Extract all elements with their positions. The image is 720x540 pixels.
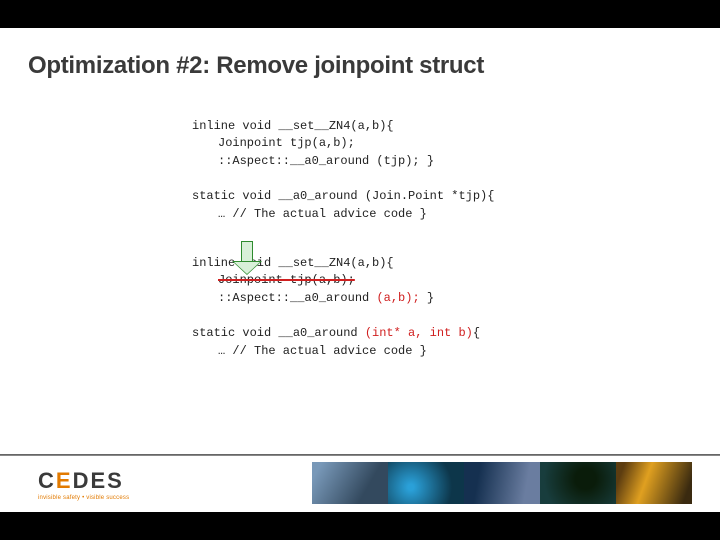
footer-photo (540, 462, 616, 504)
slide-title: Optimization #2: Remove joinpoint struct (0, 28, 720, 88)
footer-photo (616, 462, 692, 504)
footer-photo-strip (312, 462, 692, 504)
code-line: inline void __set__ZN4(a,b){ (192, 255, 720, 272)
footer-photo (464, 462, 540, 504)
slide: Optimization #2: Remove joinpoint struct… (0, 28, 720, 512)
code-line: static void __a0_around (int* a, int b){ (192, 325, 720, 342)
footer: CEDES invisible safety • visible success (0, 456, 720, 512)
code-line: static void __a0_around (Join.Point *tjp… (192, 188, 720, 205)
code-line: ::Aspect::__a0_around (tjp); } (192, 153, 720, 170)
logo-subtitle: invisible safety • visible success (38, 495, 188, 501)
code-block-before-1: inline void __set__ZN4(a,b){ Joinpoint t… (192, 118, 720, 170)
code-line: ::Aspect::__a0_around (a,b); } (192, 290, 720, 307)
code-block-before-2: static void __a0_around (Join.Point *tjp… (192, 188, 720, 223)
logo-text: CEDES (38, 468, 188, 494)
footer-photo (388, 462, 464, 504)
footer-photo (312, 462, 388, 504)
code-line: inline void __set__ZN4(a,b){ (192, 118, 720, 135)
code-content: inline void __set__ZN4(a,b){ Joinpoint t… (0, 88, 720, 360)
code-line: … // The actual advice code } (192, 206, 720, 223)
code-line: Joinpoint tjp(a,b); (192, 135, 720, 152)
code-block-after-2: static void __a0_around (int* a, int b){… (192, 325, 720, 360)
code-block-after-1: inline void __set__ZN4(a,b){ Joinpoint t… (192, 255, 720, 307)
cedes-logo: CEDES invisible safety • visible success (38, 468, 188, 501)
code-line: … // The actual advice code } (192, 343, 720, 360)
code-line-strike: Joinpoint tjp(a,b); (192, 272, 720, 289)
